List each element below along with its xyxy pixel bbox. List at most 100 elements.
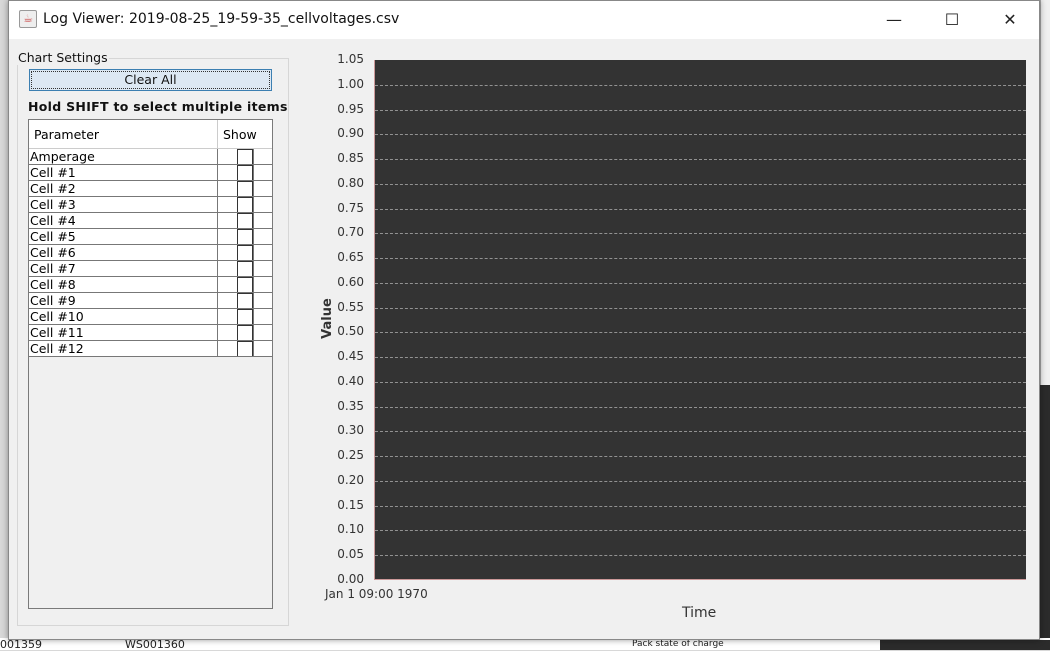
title-bar[interactable]: ☕ Log Viewer: 2019-08-25_19-59-35_cellvo… <box>9 1 1039 39</box>
divider <box>217 277 218 292</box>
divider <box>217 197 218 212</box>
background-chart <box>1040 385 1050 650</box>
show-checkbox[interactable] <box>237 309 253 324</box>
parameter-name: Cell #2 <box>30 181 76 196</box>
gridline <box>375 258 1026 260</box>
y-tick-label: 0.95 <box>337 101 364 116</box>
show-checkbox[interactable] <box>237 245 253 260</box>
gridline <box>375 208 1026 210</box>
parameter-table: Parameter Show Amperage Cell #1 Cell #2 Cel… <box>28 119 273 609</box>
divider <box>253 165 254 180</box>
divider <box>217 165 218 180</box>
y-tick-label: 0.70 <box>337 225 364 240</box>
show-checkbox[interactable] <box>237 325 253 340</box>
show-checkbox[interactable] <box>237 181 253 196</box>
table-row[interactable]: Cell #9 <box>29 293 272 309</box>
y-tick-label: 0.10 <box>337 522 364 537</box>
divider <box>253 261 254 276</box>
gridline <box>375 555 1026 557</box>
parameter-name: Cell #8 <box>30 277 76 292</box>
gridline <box>375 530 1026 532</box>
y-tick-label: 0.50 <box>337 324 364 339</box>
background-chart <box>880 640 1050 650</box>
bg-cell: Pack state of charge <box>632 639 724 649</box>
chart: Value Jan 1 09:00 1970 Time 1.05 1.00 0.95… <box>309 46 1029 636</box>
parameter-name: Cell #5 <box>30 229 76 244</box>
table-row[interactable]: Cell #10 <box>29 309 272 325</box>
minimize-button[interactable]: — <box>871 1 917 39</box>
divider <box>253 181 254 196</box>
gridline <box>375 134 1026 136</box>
parameter-name: Cell #3 <box>30 197 76 212</box>
table-row[interactable]: Cell #12 <box>29 341 272 357</box>
show-checkbox[interactable] <box>237 277 253 292</box>
divider <box>217 229 218 244</box>
y-tick-label: 0.65 <box>337 250 364 265</box>
y-tick-label: 0.60 <box>337 274 364 289</box>
show-checkbox[interactable] <box>237 197 253 212</box>
parameter-name: Cell #11 <box>30 325 84 340</box>
java-icon: ☕ <box>19 10 37 28</box>
table-row[interactable]: Cell #5 <box>29 229 272 245</box>
y-tick-label: 0.15 <box>337 497 364 512</box>
divider <box>253 341 254 356</box>
show-checkbox[interactable] <box>237 261 253 276</box>
y-tick-label: 0.00 <box>337 572 364 586</box>
table-row[interactable]: Cell #6 <box>29 245 272 261</box>
plot-area[interactable] <box>374 60 1026 580</box>
show-checkbox[interactable] <box>237 341 253 356</box>
y-tick-label: 0.90 <box>337 126 364 141</box>
close-button[interactable]: ✕ <box>987 1 1033 39</box>
table-row[interactable]: Cell #1 <box>29 165 272 181</box>
gridline <box>375 381 1026 383</box>
show-checkbox[interactable] <box>237 149 253 164</box>
divider <box>253 277 254 292</box>
divider <box>253 245 254 260</box>
maximize-button[interactable]: ☐ <box>929 1 975 39</box>
divider <box>217 261 218 276</box>
divider <box>253 149 254 164</box>
gridline <box>375 332 1026 334</box>
table-row[interactable]: Amperage <box>29 149 272 165</box>
table-row[interactable]: Cell #8 <box>29 277 272 293</box>
parameter-name: Amperage <box>30 149 95 164</box>
parameter-name: Cell #12 <box>30 341 84 356</box>
gridline <box>375 307 1026 309</box>
divider <box>217 309 218 324</box>
show-checkbox[interactable] <box>237 165 253 180</box>
show-checkbox[interactable] <box>237 229 253 244</box>
table-row[interactable]: Cell #3 <box>29 197 272 213</box>
divider <box>253 325 254 340</box>
gridline <box>375 109 1026 111</box>
gridline <box>375 406 1026 408</box>
column-header-parameter[interactable]: Parameter <box>34 127 99 142</box>
table-header: Parameter Show <box>29 120 272 149</box>
y-tick-label: 0.40 <box>337 373 364 388</box>
y-tick-label: 0.45 <box>337 349 364 364</box>
gridline <box>375 183 1026 185</box>
divider <box>217 341 218 356</box>
column-header-show[interactable]: Show <box>217 120 273 148</box>
divider <box>217 181 218 196</box>
y-tick-label: 0.75 <box>337 200 364 215</box>
parameter-name: Cell #1 <box>30 165 76 180</box>
gridline <box>375 233 1026 235</box>
y-tick-label: 0.80 <box>337 175 364 190</box>
show-checkbox[interactable] <box>237 213 253 228</box>
divider <box>217 213 218 228</box>
gridline <box>375 480 1026 482</box>
x-tick-label: Jan 1 09:00 1970 <box>325 587 428 601</box>
y-tick-label: 0.20 <box>337 472 364 487</box>
divider <box>253 229 254 244</box>
divider <box>217 245 218 260</box>
table-row[interactable]: Cell #7 <box>29 261 272 277</box>
y-tick-label: 0.25 <box>337 448 364 463</box>
gridline <box>375 159 1026 161</box>
table-row[interactable]: Cell #11 <box>29 325 272 341</box>
gridline <box>375 282 1026 284</box>
show-checkbox[interactable] <box>237 293 253 308</box>
table-row[interactable]: Cell #4 <box>29 213 272 229</box>
x-axis-title: Time <box>682 605 717 621</box>
table-row[interactable]: Cell #2 <box>29 181 272 197</box>
clear-all-button[interactable]: Clear All <box>29 69 272 91</box>
